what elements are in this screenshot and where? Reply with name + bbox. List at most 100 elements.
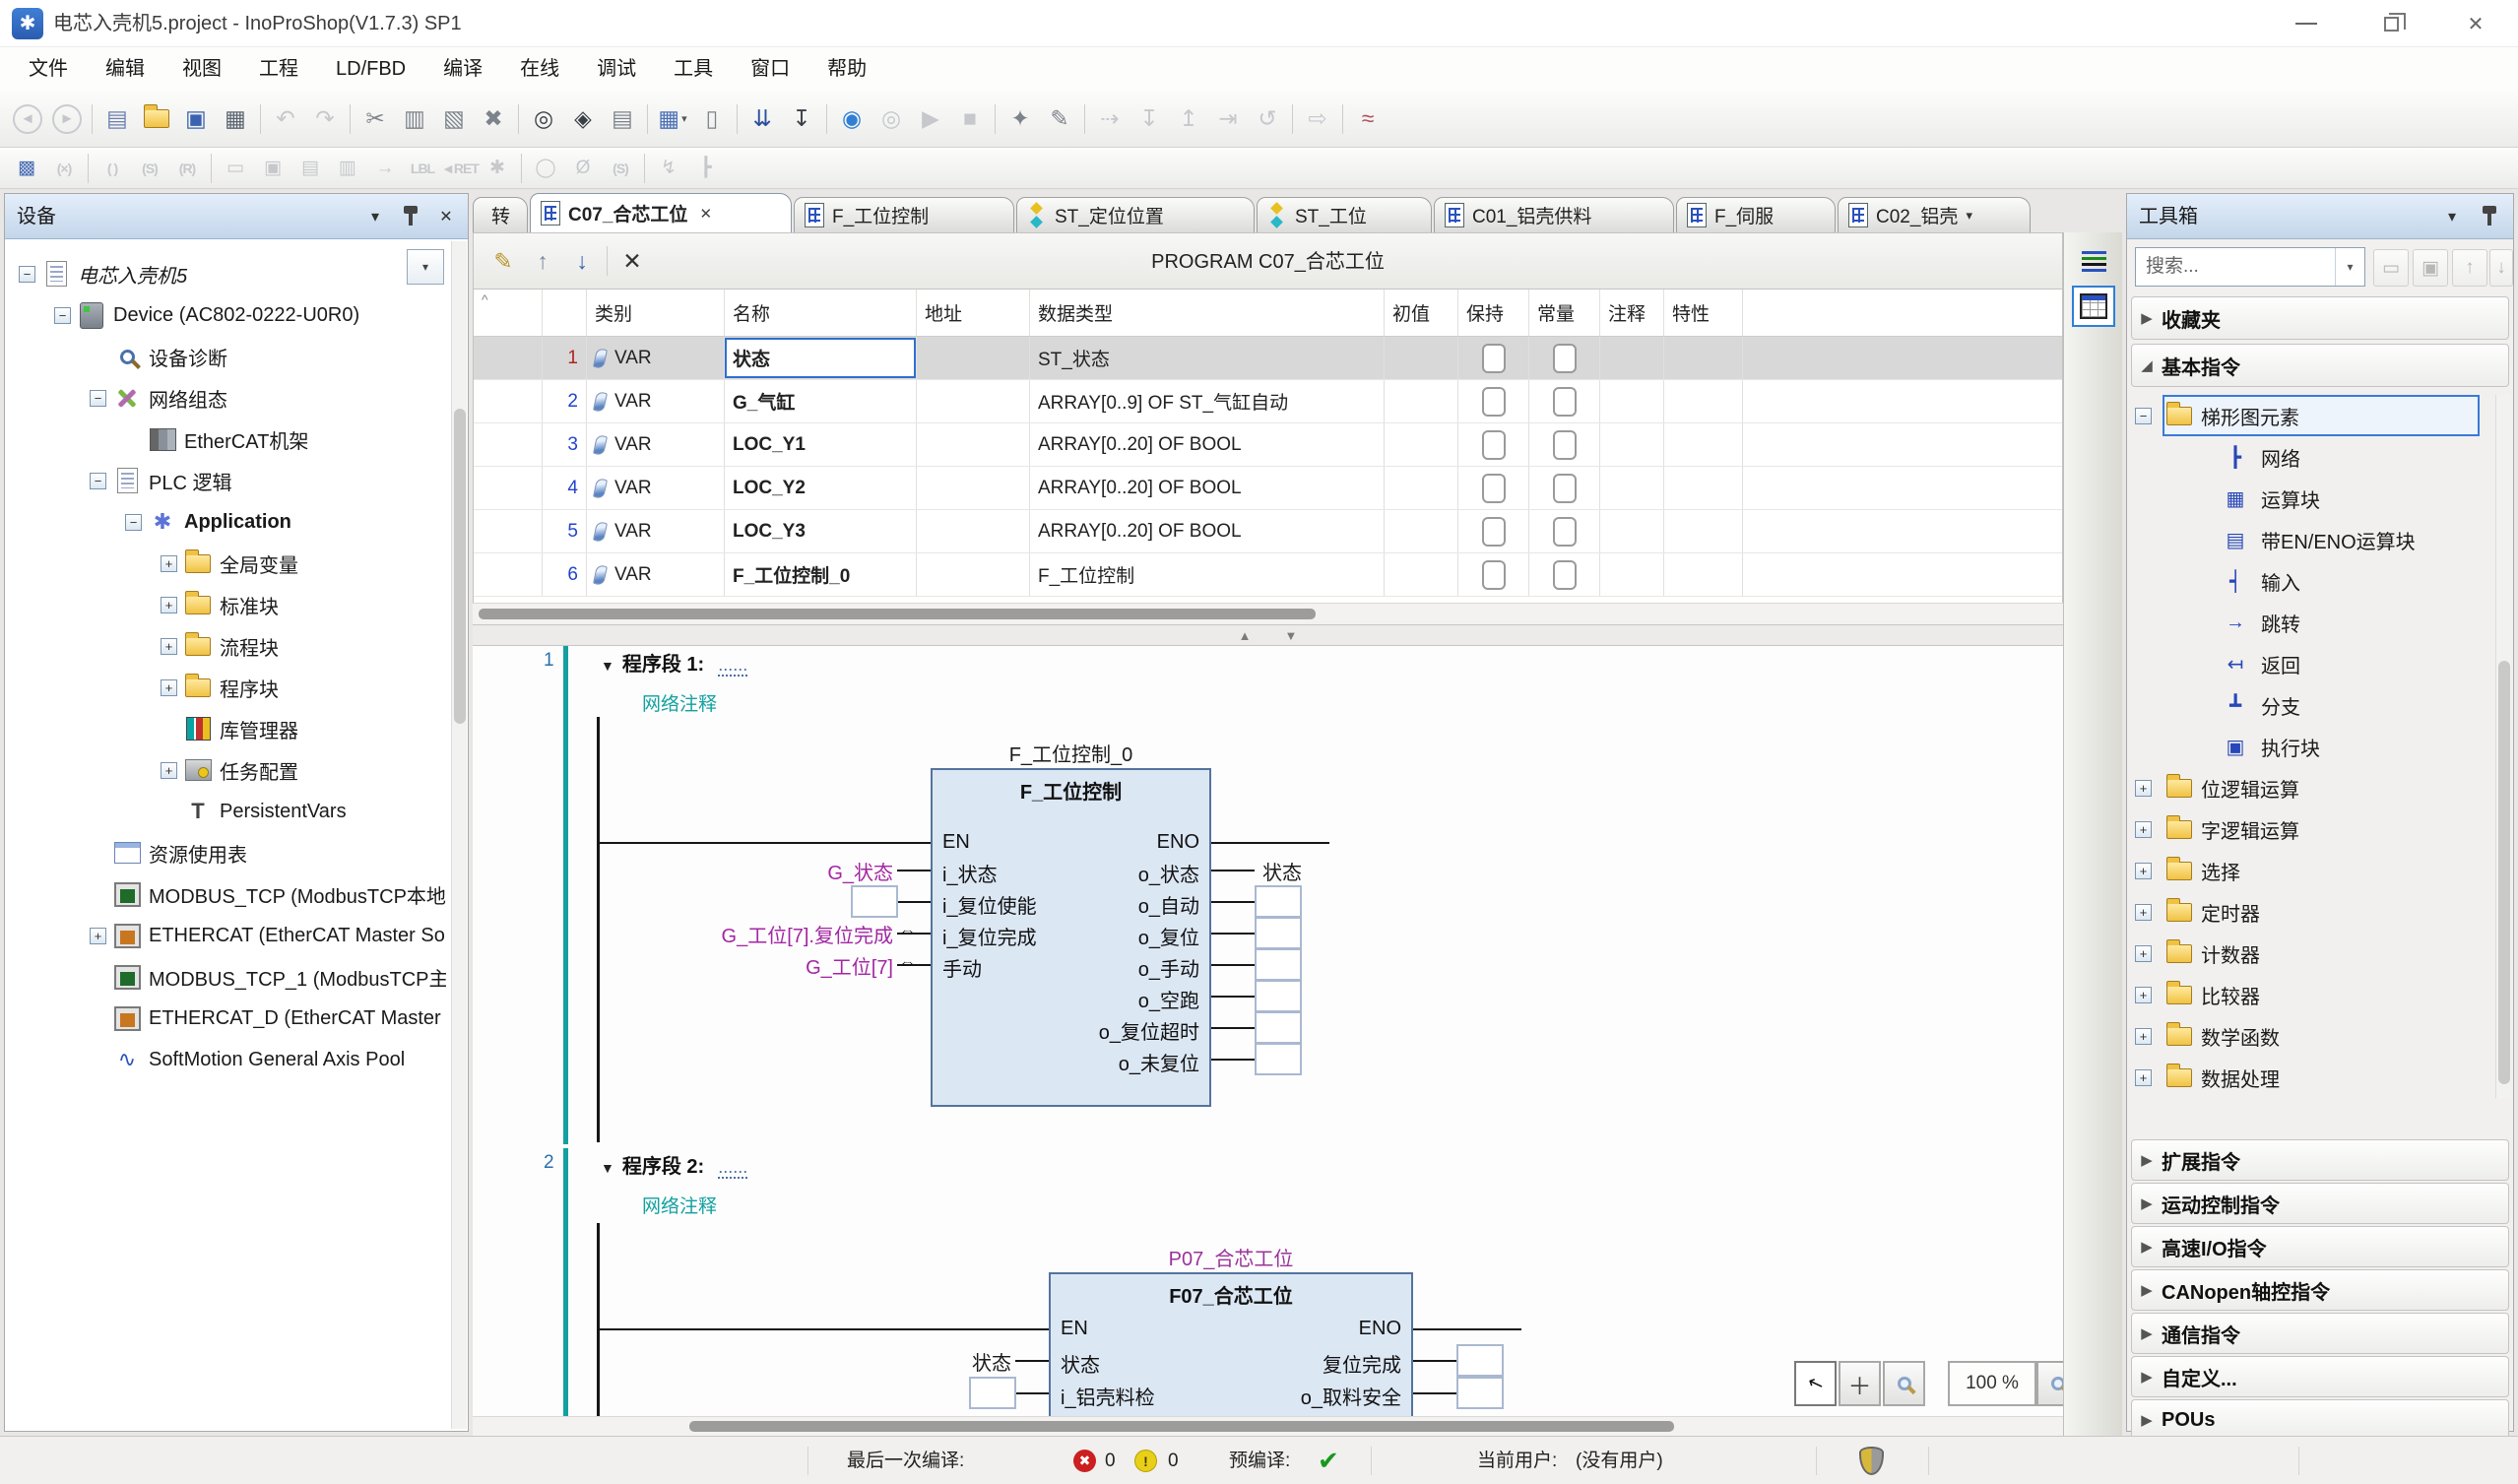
toolbox-item-4[interactable]: ┥输入 [2127, 560, 2493, 602]
expander-minus-icon[interactable]: − [90, 390, 106, 407]
toolbox-item-2[interactable]: ▦运算块 [2127, 478, 2493, 519]
tree-item-15[interactable]: MODBUS_TCP (ModbusTCP本地 [7, 873, 446, 915]
table-cell[interactable] [1529, 510, 1600, 552]
tree-item-18[interactable]: ETHERCAT_D (EtherCAT Master [7, 998, 446, 1039]
toolbox-item-10[interactable]: +字逻辑运算 [2127, 808, 2493, 850]
empty-operand-box[interactable] [1255, 980, 1302, 1012]
panel-pin-button[interactable] [393, 194, 428, 239]
open-project-icon[interactable] [137, 99, 176, 139]
add-object-icon[interactable]: ▦▾ [653, 99, 692, 139]
restore-button[interactable] [2349, 0, 2433, 47]
table-cell[interactable] [1458, 467, 1529, 509]
table-row-6[interactable]: 6VARF_工位控制_0F_工位控制 [474, 553, 2062, 597]
expander-minus-icon[interactable]: − [54, 307, 71, 324]
network-comment-link[interactable]: ...... [718, 655, 747, 677]
expander-plus-icon[interactable]: + [161, 597, 177, 613]
toolbox-scrollbar[interactable] [2495, 395, 2511, 1098]
fb-instance-name[interactable]: P07_合芯工位 [1049, 1243, 1413, 1271]
constant-checkbox[interactable] [1553, 344, 1577, 373]
toolbox-item-16[interactable]: +数据处理 [2127, 1057, 2493, 1098]
menu-item-1[interactable]: 编辑 [87, 47, 163, 91]
input-operand[interactable]: G_状态 [532, 857, 893, 885]
table-cell[interactable] [1529, 467, 1600, 509]
table-horizontal-scrollbar[interactable] [473, 603, 2063, 624]
toolbox-item-5[interactable]: →跳转 [2127, 602, 2493, 643]
tab-2[interactable]: F_工位控制 [794, 197, 1014, 232]
expander-plus-icon[interactable]: + [2135, 1028, 2152, 1045]
empty-operand-box[interactable] [969, 1377, 1016, 1409]
table-cell[interactable] [1458, 553, 1529, 596]
zoom-level[interactable]: 100 % [1948, 1361, 2036, 1406]
tree-item-12[interactable]: +任务配置 [7, 749, 446, 791]
empty-operand-box[interactable] [1255, 885, 1302, 918]
toolbox-section-3[interactable]: ▶CANopen轴控指令 [2131, 1269, 2509, 1311]
input-operand[interactable]: 状态 [532, 1347, 1011, 1376]
constant-checkbox[interactable] [1553, 387, 1577, 417]
insert-network-icon[interactable]: ▩ [8, 153, 45, 184]
toolbox-item-14[interactable]: +比较器 [2127, 974, 2493, 1015]
function-block-F07_合芯工位[interactable]: F07_合芯工位ENENO状态i_铝壳料检复位完成o_取料安全 [1049, 1272, 1413, 1416]
table-cell[interactable] [1458, 380, 1529, 422]
menu-item-6[interactable]: 在线 [501, 47, 578, 91]
ladder-horizontal-scrollbar[interactable] [473, 1416, 2063, 1436]
paste-icon[interactable]: ▧ [434, 99, 474, 139]
table-row-4[interactable]: 4VARLOC_Y2ARRAY[0..20] OF BOOL [474, 467, 2062, 510]
toolbox-section-0[interactable]: ▶扩展指令 [2131, 1139, 2509, 1181]
menu-item-5[interactable]: 编译 [424, 47, 501, 91]
toolbox-section-2[interactable]: ▶高速I/O指令 [2131, 1226, 2509, 1267]
copy-icon[interactable]: ▥ [395, 99, 434, 139]
empty-operand-box[interactable] [1456, 1377, 1504, 1409]
tree-item-8[interactable]: +标准块 [7, 584, 446, 625]
network-comment-link[interactable]: ...... [718, 1157, 747, 1179]
empty-operand-box[interactable] [1255, 917, 1302, 949]
network-header[interactable]: ▼程序段 2:...... [601, 1150, 747, 1179]
expander-plus-icon[interactable]: + [2135, 1069, 2152, 1086]
select-tool-button[interactable]: ↖ [1794, 1361, 1837, 1406]
expander-plus-icon[interactable]: + [2135, 987, 2152, 1003]
tree-item-14[interactable]: 资源使用表 [7, 832, 446, 873]
tree-item-9[interactable]: +流程块 [7, 625, 446, 667]
expander-plus-icon[interactable]: + [161, 555, 177, 572]
tab-4[interactable]: ST_工位 [1257, 197, 1432, 232]
toolbox-item-11[interactable]: +选择 [2127, 850, 2493, 891]
trace-icon[interactable]: ≈ [1348, 99, 1388, 139]
add-pou-icon[interactable]: ▯ [692, 99, 732, 139]
toolbox-item-3[interactable]: ▤带EN/ENO运算块 [2127, 519, 2493, 560]
toolbox-item-1[interactable]: ┣网络 [2127, 436, 2493, 478]
constant-checkbox[interactable] [1553, 474, 1577, 503]
table-cell[interactable] [1529, 423, 1600, 466]
retain-checkbox[interactable] [1482, 517, 1506, 547]
scrollbar-thumb[interactable] [689, 1421, 1674, 1432]
toolbox-section-5[interactable]: ▶自定义... [2131, 1356, 2509, 1397]
table-row-5[interactable]: 5VARLOC_Y3ARRAY[0..20] OF BOOL [474, 510, 2062, 553]
panel-close-button[interactable]: ✕ [428, 194, 464, 239]
empty-operand-box[interactable] [1255, 948, 1302, 981]
toolbox-item-8[interactable]: ▣执行块 [2127, 726, 2493, 767]
menu-item-9[interactable]: 窗口 [732, 47, 808, 91]
tree-item-13[interactable]: TPersistentVars [7, 791, 446, 832]
online-config-icon[interactable]: ✦ [1001, 99, 1040, 139]
pan-tool-button[interactable]: ＋ [1839, 1361, 1881, 1406]
empty-operand-box[interactable] [1255, 1043, 1302, 1075]
ladder-editor[interactable]: 1▼程序段 1:......网络注释F_工位控制_0F_工位控制ENENOi_状… [473, 646, 2063, 1416]
new-project-icon[interactable]: ▤ [97, 99, 137, 139]
tree-item-5[interactable]: −PLC 逻辑 [7, 460, 446, 501]
constant-checkbox[interactable] [1553, 430, 1577, 460]
expander-minus-icon[interactable]: − [125, 514, 142, 531]
minimize-button[interactable] [2264, 0, 2349, 47]
expander-plus-icon[interactable]: + [2135, 904, 2152, 921]
retain-checkbox[interactable] [1482, 560, 1506, 590]
table-row-1[interactable]: 1VAR状态ST_状态 [474, 337, 2062, 380]
empty-operand-box[interactable] [1456, 1344, 1504, 1377]
scrollbar-thumb[interactable] [2498, 661, 2510, 1084]
tree-item-0[interactable]: −电芯入壳机5 [7, 253, 446, 294]
menu-item-3[interactable]: 工程 [240, 47, 317, 91]
tabular-view-button[interactable] [2072, 286, 2115, 327]
table-cell[interactable] [1458, 510, 1529, 552]
table-row-3[interactable]: 3VARLOC_Y1ARRAY[0..20] OF BOOL [474, 423, 2062, 467]
toolbox-section-favorites[interactable]: ▶收藏夹 [2131, 296, 2509, 340]
retain-checkbox[interactable] [1482, 474, 1506, 503]
expander-plus-icon[interactable]: + [161, 638, 177, 655]
toolbox-item-9[interactable]: +位逻辑运算 [2127, 767, 2493, 808]
expander-plus-icon[interactable]: + [2135, 863, 2152, 879]
